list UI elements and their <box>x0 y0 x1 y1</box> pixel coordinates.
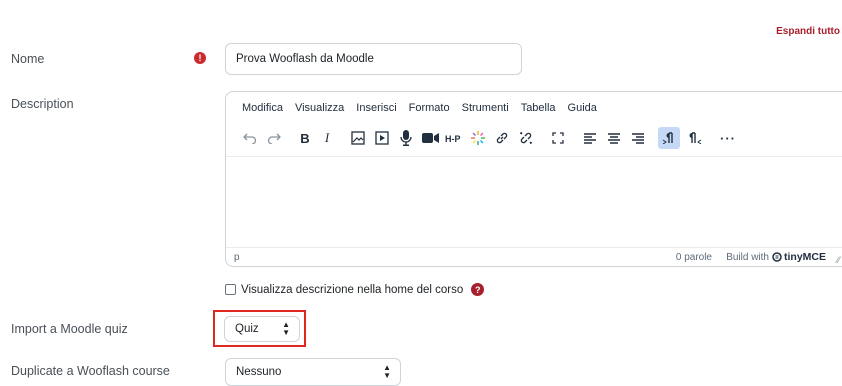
description-editor: Modifica Visualizza Inserisci Formato St… <box>225 91 842 267</box>
import-quiz-value: Quiz <box>235 323 259 335</box>
select-caret-icon: ▲ ▼ <box>383 363 391 380</box>
editor-statusbar: p 0 parole Build with tinyMCE ⁄⁄ <box>226 247 842 266</box>
duplicate-course-select[interactable]: Nessuno ▲ ▼ <box>225 358 401 386</box>
expand-all-link[interactable]: Espandi tutto <box>776 26 840 37</box>
required-icon: ! <box>194 52 206 64</box>
import-quiz-label: Import a Moodle quiz <box>11 322 128 336</box>
link-icon[interactable] <box>492 127 512 149</box>
show-description-row: Visualizza descrizione nella home del co… <box>225 283 485 296</box>
italic-icon[interactable]: I <box>318 127 336 149</box>
import-quiz-select[interactable]: Quiz ▲ ▼ <box>224 316 300 342</box>
menu-strumenti[interactable]: Strumenti <box>462 102 509 114</box>
menu-formato[interactable]: Formato <box>409 102 450 114</box>
h5p-icon[interactable]: H-P <box>444 127 466 149</box>
select-caret-icon: ▲ ▼ <box>282 320 290 337</box>
align-center-icon[interactable] <box>604 127 624 149</box>
fullscreen-icon[interactable] <box>548 127 568 149</box>
duplicate-course-label: Duplicate a Wooflash course <box>11 364 170 378</box>
video-camera-icon[interactable] <box>420 127 442 149</box>
element-path[interactable]: p <box>234 252 240 263</box>
redo-icon[interactable] <box>264 127 284 149</box>
svg-text:H-P: H-P <box>445 134 461 144</box>
sparkle-icon[interactable] <box>468 127 488 149</box>
tinymce-logo: tinyMCE <box>772 251 826 263</box>
microphone-icon[interactable] <box>396 127 416 149</box>
name-label: Nome <box>11 52 45 66</box>
menu-tabella[interactable]: Tabella <box>521 102 556 114</box>
description-label: Description <box>11 97 74 111</box>
ltr-icon[interactable] <box>658 127 680 149</box>
build-with-text: Build with <box>726 251 769 263</box>
tinymce-brand-text: tinyMCE <box>784 251 826 263</box>
menu-guida[interactable]: Guida <box>568 102 597 114</box>
align-left-icon[interactable] <box>580 127 600 149</box>
unlink-icon[interactable] <box>516 127 536 149</box>
editor-toolbar: B I H-P ··· <box>240 127 738 149</box>
align-right-icon[interactable] <box>628 127 648 149</box>
editor-divider <box>226 156 842 157</box>
menu-modifica[interactable]: Modifica <box>242 102 283 114</box>
name-input[interactable] <box>225 43 522 75</box>
menu-visualizza[interactable]: Visualizza <box>295 102 344 114</box>
bold-icon[interactable]: B <box>296 127 314 149</box>
word-count[interactable]: 0 parole <box>676 252 712 263</box>
editor-menubar: Modifica Visualizza Inserisci Formato St… <box>242 102 597 114</box>
help-icon[interactable]: ? <box>471 283 485 296</box>
show-description-checkbox[interactable] <box>225 284 236 295</box>
image-icon[interactable] <box>348 127 368 149</box>
undo-icon[interactable] <box>240 127 260 149</box>
menu-inserisci[interactable]: Inserisci <box>356 102 396 114</box>
rtl-icon[interactable] <box>684 127 706 149</box>
show-description-label: Visualizza descrizione nella home del co… <box>241 283 464 296</box>
tinymce-branding[interactable]: Build with tinyMCE <box>726 251 826 263</box>
resize-handle-icon[interactable]: ⁄⁄ <box>837 255 840 265</box>
more-icon[interactable]: ··· <box>718 127 738 149</box>
duplicate-course-value: Nessuno <box>236 366 282 378</box>
media-icon[interactable] <box>372 127 392 149</box>
